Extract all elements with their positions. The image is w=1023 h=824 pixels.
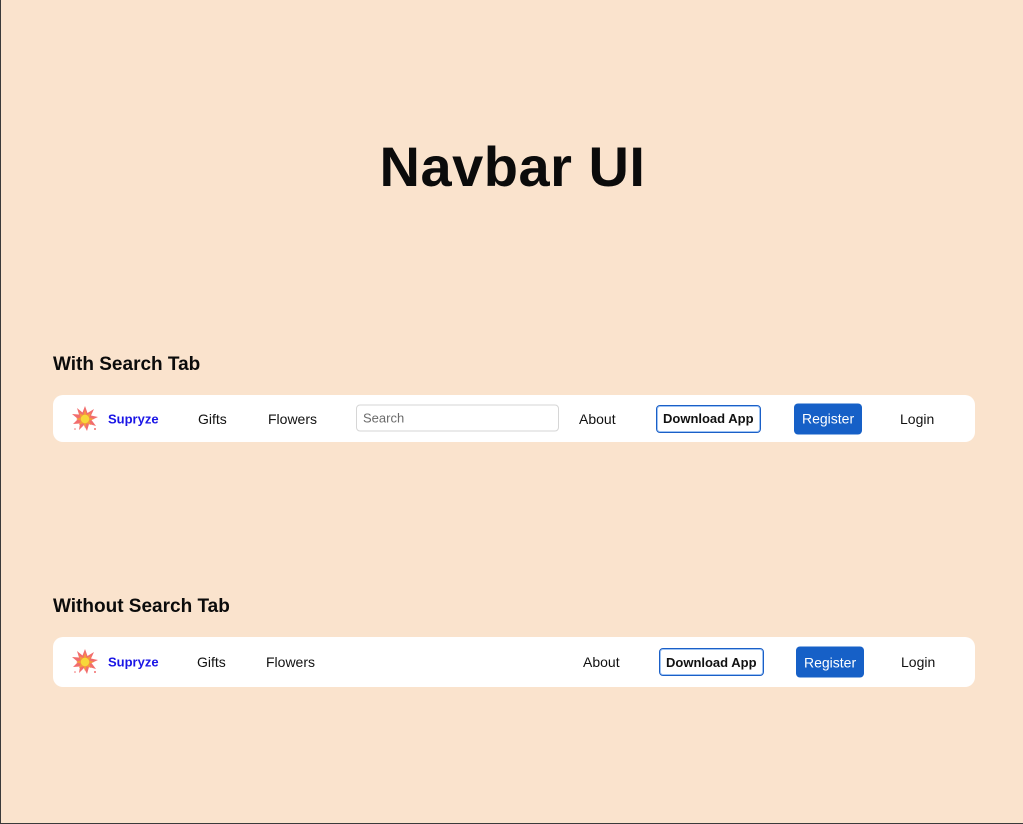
brand-name[interactable]: Supryze <box>108 655 159 670</box>
nav-link-about[interactable]: About <box>579 411 616 427</box>
register-button[interactable]: Register <box>794 403 863 434</box>
starburst-logo-icon[interactable] <box>71 648 99 676</box>
page-title: Navbar UI <box>379 135 646 198</box>
section-heading-with-search: With Search Tab <box>53 354 201 375</box>
nav-link-gifts[interactable]: Gifts <box>198 411 227 427</box>
nav-link-flowers[interactable]: Flowers <box>268 411 317 427</box>
nav-link-about[interactable]: About <box>583 654 620 670</box>
navbar-with-search: Supryze Gifts Flowers About Download App… <box>53 395 975 442</box>
search-input[interactable] <box>356 404 559 432</box>
nav-link-login[interactable]: Login <box>901 654 935 670</box>
starburst-logo-icon[interactable] <box>71 405 99 433</box>
nav-link-flowers[interactable]: Flowers <box>266 654 315 670</box>
navbar-without-search: Supryze Gifts Flowers About Download App… <box>53 637 975 687</box>
register-button[interactable]: Register <box>796 646 865 678</box>
brand-name[interactable]: Supryze <box>108 411 159 426</box>
nav-link-login[interactable]: Login <box>900 411 934 427</box>
nav-link-gifts[interactable]: Gifts <box>197 654 226 670</box>
download-app-button[interactable]: Download App <box>659 648 764 676</box>
download-app-button[interactable]: Download App <box>656 404 761 433</box>
section-heading-without-search: Without Search Tab <box>53 596 230 617</box>
